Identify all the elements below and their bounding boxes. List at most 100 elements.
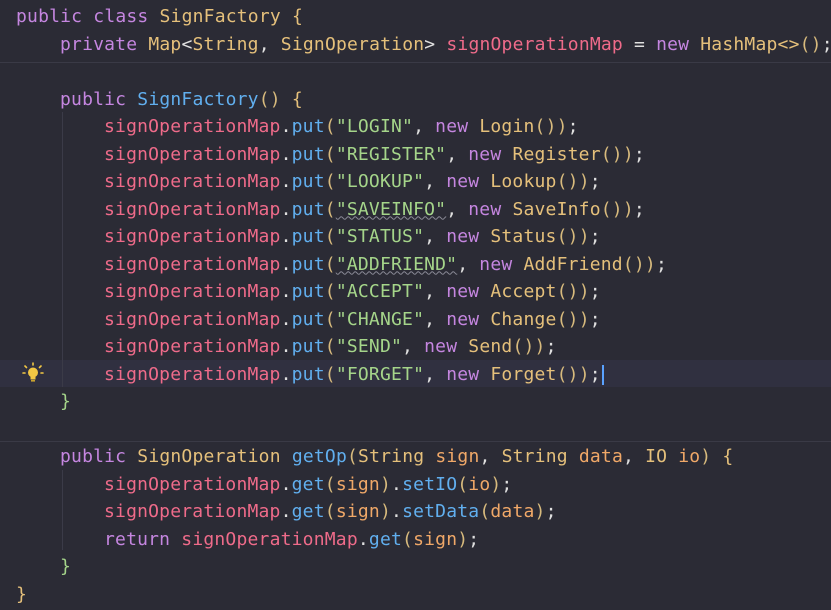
code-token: new — [656, 33, 690, 55]
code-token: ; — [545, 336, 557, 357]
code-line[interactable]: signOperationMap.get(sign).setIO(io); — [104, 471, 512, 498]
code-token: . — [280, 501, 292, 522]
code-token: signOperationMap — [104, 226, 281, 247]
code-token: put — [291, 171, 325, 192]
code-token: sign — [435, 446, 480, 467]
code-line[interactable]: public SignFactory() { — [60, 86, 303, 113]
code-token: , — [258, 33, 281, 55]
code-line[interactable]: return signOperationMap.get(sign); — [104, 526, 479, 553]
code-token: ( — [556, 171, 568, 192]
code-token: SignOperation — [280, 33, 425, 55]
code-token: new — [446, 226, 480, 247]
code-line[interactable]: signOperationMap.put("ACCEPT", new Accep… — [104, 278, 601, 305]
code-line[interactable]: signOperationMap.put("FORGET", new Forge… — [104, 361, 604, 388]
code-token: ( — [324, 501, 336, 522]
code-token: sign — [335, 473, 380, 495]
code-token: io — [678, 446, 701, 467]
code-line[interactable]: signOperationMap.put("REGISTER", new Reg… — [104, 141, 645, 168]
code-token: . — [391, 501, 403, 522]
code-token: ) — [269, 88, 281, 110]
code-token: return — [104, 528, 171, 550]
code-token: ) — [379, 501, 392, 522]
code-token: Register — [512, 143, 601, 165]
code-line[interactable]: signOperationMap.get(sign).setData(data)… — [104, 498, 557, 525]
code-token: ) — [567, 281, 579, 302]
code-token: . — [391, 473, 403, 495]
code-line[interactable]: public class SignFactory { — [16, 3, 303, 30]
code-token: "SAVEINFO" — [335, 198, 447, 220]
code-token: ( — [324, 308, 336, 330]
code-token: . — [357, 528, 369, 550]
code-line[interactable]: signOperationMap.put("ADDFRIEND", new Ad… — [104, 251, 667, 278]
code-line[interactable]: signOperationMap.put("STATUS", new Statu… — [104, 223, 601, 250]
code-token: private — [60, 33, 138, 55]
code-token: Lookup — [490, 171, 557, 192]
code-token: new — [446, 363, 480, 385]
code-token: ; — [501, 473, 513, 495]
code-token: ) — [700, 446, 712, 467]
code-line[interactable]: signOperationMap.put("LOGIN", new Login(… — [104, 113, 579, 140]
code-token: ( — [402, 528, 414, 550]
code-token: ) — [379, 473, 392, 495]
code-token: public — [16, 6, 83, 27]
code-token: HashMap — [700, 33, 778, 55]
code-token: ) — [490, 473, 502, 495]
code-token: put — [291, 143, 325, 165]
code-token: new — [468, 198, 502, 220]
code-line[interactable]: private Map<String, SignOperation> signO… — [60, 31, 831, 58]
code-line[interactable]: } — [16, 581, 27, 608]
code-token: ( — [324, 143, 336, 165]
code-token: ) — [578, 226, 590, 247]
code-token: } — [60, 556, 72, 577]
code-token: String — [358, 446, 425, 467]
code-token: , — [623, 446, 646, 467]
code-token: getOp — [291, 446, 347, 467]
code-line[interactable]: } — [60, 553, 71, 580]
code-token: ) — [611, 198, 623, 220]
code-token: Send — [468, 336, 513, 357]
code-line[interactable]: public SignOperation getOp(String sign, … — [60, 443, 733, 470]
code-token: put — [291, 281, 325, 302]
code-editor[interactable]: public class SignFactory {private Map<St… — [0, 0, 831, 610]
code-line[interactable]: signOperationMap.put("SAVEINFO", new Sav… — [104, 196, 645, 223]
code-token: "FORGET" — [335, 363, 425, 385]
code-token: new — [435, 116, 469, 137]
code-token: ) — [567, 308, 579, 330]
code-token: put — [291, 253, 325, 275]
code-line[interactable]: signOperationMap.put("LOOKUP", new Looku… — [104, 168, 601, 195]
code-token: Map — [148, 33, 182, 55]
code-token: ( — [324, 253, 336, 275]
lightbulb-icon[interactable] — [22, 362, 44, 384]
indent-guide — [62, 470, 63, 550]
code-line[interactable]: signOperationMap.put("SEND", new Send())… — [104, 333, 557, 360]
code-token: . — [280, 336, 292, 357]
code-token: signOperationMap — [181, 528, 358, 550]
code-token: put — [291, 336, 325, 357]
code-token: . — [280, 226, 292, 247]
code-token: ( — [556, 363, 568, 385]
code-line[interactable]: } — [60, 388, 71, 415]
code-token: ) — [567, 363, 579, 385]
code-token: ( — [600, 198, 612, 220]
code-token: . — [280, 143, 292, 165]
code-token: ( — [799, 33, 811, 55]
code-token: signOperationMap — [104, 336, 281, 357]
code-token: new — [424, 336, 458, 357]
code-token: setData — [402, 501, 480, 522]
code-token: Accept — [490, 281, 557, 302]
code-token: { — [722, 446, 734, 467]
code-token: ) — [622, 198, 634, 220]
code-token: ; — [545, 501, 557, 522]
code-token: signOperationMap — [104, 171, 281, 192]
code-line[interactable]: signOperationMap.put("CHANGE", new Chang… — [104, 306, 601, 333]
code-token: signOperationMap — [104, 281, 281, 302]
